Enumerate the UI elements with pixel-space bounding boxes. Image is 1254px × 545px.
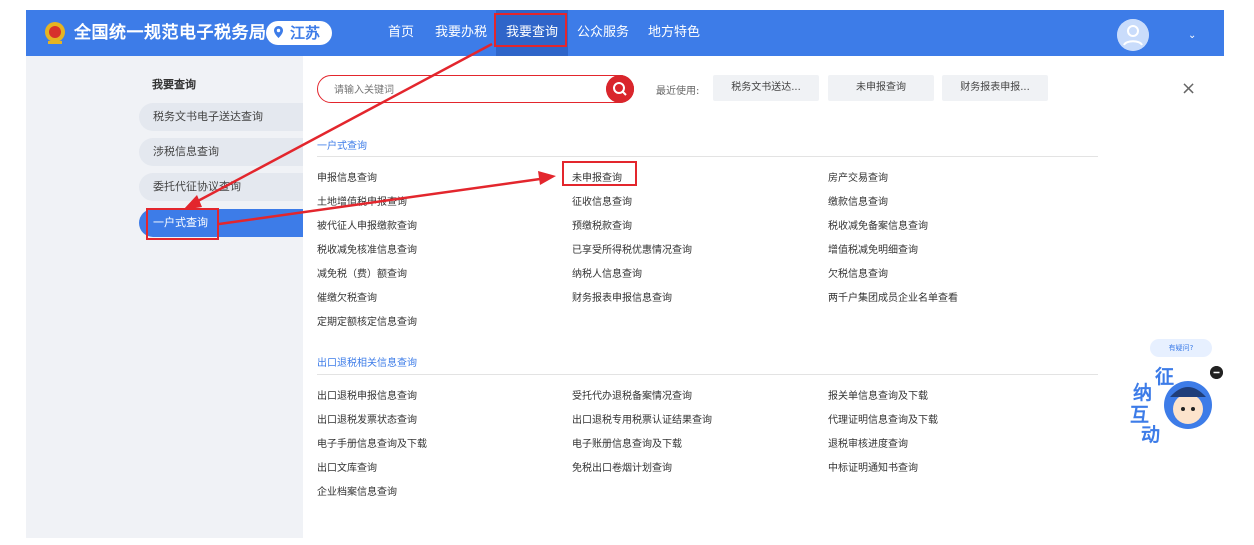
link-export-refund-declaration[interactable]: 出口退税申报信息查询 [317, 387, 417, 402]
link-payment-info[interactable]: 缴款信息查询 [828, 193, 888, 208]
link-enterprise-archive[interactable]: 企业档案信息查询 [317, 483, 397, 498]
nav-home[interactable]: 首页 [388, 10, 414, 56]
nav-highlight-box [494, 13, 567, 47]
link-bid-notice[interactable]: 中标证明通知书查询 [828, 459, 918, 474]
province-selector[interactable]: 江苏 [266, 21, 332, 45]
link-group-member-list[interactable]: 两千户集团成员企业名单查看 [828, 289, 958, 304]
link-arrears-reminder[interactable]: 催缴欠税查询 [317, 289, 377, 304]
sidebar-item-agency-agreement[interactable]: 委托代征协议查询 [139, 173, 303, 201]
link-fixed-quota[interactable]: 定期定额核定信息查询 [317, 313, 417, 328]
section-divider [317, 156, 1098, 157]
chevron-down-icon[interactable]: ⌄ [1188, 30, 1196, 41]
link-e-manual[interactable]: 电子手册信息查询及下载 [317, 435, 427, 450]
section-title-one-stop: 一户式查询 [317, 141, 367, 152]
recent-doc-delivery-button[interactable]: 税务文书送达... [713, 75, 819, 101]
link-vat-reduction-detail[interactable]: 增值税减免明细查询 [828, 241, 918, 256]
link-export-library[interactable]: 出口文库查询 [317, 459, 377, 474]
sidebar-item-doc-delivery[interactable]: 税务文书电子送达查询 [139, 103, 303, 131]
search-input[interactable] [332, 80, 606, 100]
section-title-export-refund: 出口退税相关信息查询 [317, 358, 417, 369]
link-financial-report-info[interactable]: 财务报表申报信息查询 [572, 289, 672, 304]
section-divider [317, 374, 1098, 375]
link-taxpayer-info[interactable]: 纳税人信息查询 [572, 265, 642, 280]
minimize-icon[interactable] [1210, 366, 1223, 379]
link-income-tax-preference[interactable]: 已享受所得税优惠情况查询 [572, 241, 692, 256]
search-icon[interactable] [606, 75, 634, 103]
link-e-ledger[interactable]: 电子账册信息查询及下载 [572, 435, 682, 450]
link-agency-certificate[interactable]: 代理证明信息查询及下载 [828, 411, 938, 426]
link-export-invoice-status[interactable]: 出口退税发票状态查询 [317, 411, 417, 426]
tax-emblem-icon[interactable] [44, 21, 66, 45]
link-reduction-approval[interactable]: 税收减免核准信息查询 [317, 241, 417, 256]
close-icon[interactable]: × [1181, 78, 1196, 99]
recent-financial-report-button[interactable]: 财务报表申报... [942, 75, 1048, 101]
sidebar-item-tax-info[interactable]: 涉税信息查询 [139, 138, 303, 166]
location-pin-icon [274, 26, 283, 38]
nav-public-service[interactable]: 公众服务 [577, 10, 629, 56]
link-arrears-info[interactable]: 欠税信息查询 [828, 265, 888, 280]
link-collection-info[interactable]: 征收信息查询 [572, 193, 632, 208]
link-agency-refund-filing[interactable]: 受托代办退税备案情况查询 [572, 387, 692, 402]
sidebar-title: 我要查询 [152, 78, 196, 91]
link-special-tax-certification[interactable]: 出口退税专用税票认证结果查询 [572, 411, 712, 426]
recent-unfiled-button[interactable]: 未申报查询 [828, 75, 934, 101]
sidebar-highlight-box [146, 208, 219, 240]
link-property-transaction[interactable]: 房产交易查询 [828, 169, 888, 184]
link-reduction-filing[interactable]: 税收减免备案信息查询 [828, 217, 928, 232]
link-prepaid-tax[interactable]: 预缴税款查询 [572, 217, 632, 232]
user-avatar-icon[interactable] [1117, 19, 1149, 51]
link-land-vat[interactable]: 土地增值税申报查询 [317, 193, 407, 208]
link-agency-payment[interactable]: 被代征人申报缴款查询 [317, 217, 417, 232]
nav-tax-handling[interactable]: 我要办税 [435, 10, 487, 56]
search-box[interactable] [317, 75, 634, 103]
site-title[interactable]: 全国统一规范电子税务局 [74, 10, 267, 56]
link-tobacco-plan[interactable]: 免税出口卷烟计划查询 [572, 459, 672, 474]
nav-local-features[interactable]: 地方特色 [648, 10, 700, 56]
link-highlight-box [562, 161, 637, 186]
province-label: 江苏 [290, 24, 321, 42]
recent-used-label: 最近使用: [656, 86, 700, 97]
link-declaration-info[interactable]: 申报信息查询 [317, 169, 377, 184]
top-nav-bar: 全国统一规范电子税务局 江苏 首页 我要办税 我要查询 公众服务 地方特色 [26, 10, 1224, 56]
link-customs-declaration[interactable]: 报关单信息查询及下载 [828, 387, 928, 402]
link-reduction-amount[interactable]: 减免税（费）额查询 [317, 265, 407, 280]
link-refund-review-progress[interactable]: 退税审核进度查询 [828, 435, 908, 450]
mascot-char: 动 [1141, 424, 1161, 446]
mascot-char: 征 [1155, 366, 1175, 388]
